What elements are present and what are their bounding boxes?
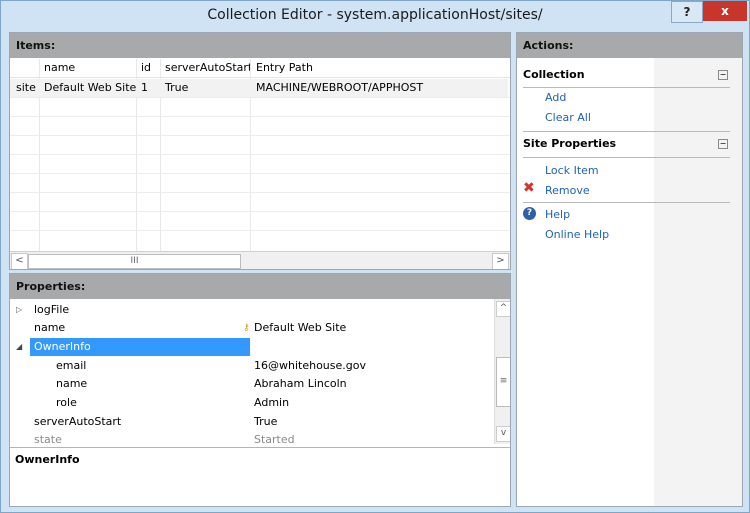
grid-line (10, 97, 510, 98)
scroll-left-button[interactable]: < (11, 253, 28, 269)
property-row-name[interactable]: name ⚷ Default Web Site (10, 319, 494, 337)
remove-link[interactable]: Remove (545, 184, 590, 197)
properties-panel: Properties: ▷ logFile name ⚷ Default Web… (9, 273, 511, 507)
scroll-up-button[interactable]: ^ (496, 301, 510, 317)
collapse-icon[interactable]: ◢ (16, 338, 22, 356)
site-properties-section-title[interactable]: Site Properties − (517, 133, 742, 155)
property-row-role[interactable]: role Admin (10, 394, 494, 412)
collection-section-title[interactable]: Collection − (517, 64, 742, 86)
clear-all-link[interactable]: Clear All (545, 111, 591, 124)
grid-line (10, 116, 510, 117)
separator (523, 131, 730, 132)
property-name: logFile (34, 303, 70, 316)
remove-icon: ✖ (523, 180, 535, 196)
property-row-logfile[interactable]: ▷ logFile (10, 301, 494, 319)
property-row-name[interactable]: name Abraham Lincoln (10, 375, 494, 393)
help-button[interactable]: ? (671, 1, 703, 23)
grid-line (10, 211, 510, 212)
scroll-down-button[interactable]: v (496, 426, 510, 442)
row-type-cell: site (16, 81, 36, 94)
title-bar: Collection Editor - system.applicationHo… (1, 1, 749, 31)
close-button[interactable]: x (703, 1, 747, 21)
scroll-thumb[interactable]: III (28, 254, 241, 269)
lock-item-link[interactable]: Lock Item (545, 164, 599, 177)
property-row-email[interactable]: email 16@whitehouse.gov (10, 357, 494, 375)
items-panel: Items: name id serverAutoStart Entry Pat… (9, 32, 511, 270)
property-name: serverAutoStart (34, 415, 122, 428)
expand-icon[interactable]: ▷ (16, 301, 22, 319)
grid-line (10, 173, 510, 174)
row-name-cell: Default Web Site (44, 81, 136, 94)
scroll-right-button[interactable]: > (492, 253, 509, 269)
separator (523, 87, 730, 88)
grid-line (10, 230, 510, 231)
help-icon: ? (523, 207, 536, 220)
property-value: True (254, 415, 278, 428)
properties-vertical-scrollbar[interactable]: ^ ≡ v (494, 299, 510, 444)
column-header-name[interactable]: name (44, 59, 134, 77)
property-name: name (56, 377, 88, 390)
key-icon: ⚷ (243, 323, 250, 333)
add-link[interactable]: Add (545, 91, 566, 104)
collapse-icon[interactable]: − (718, 70, 728, 80)
column-header-id[interactable]: id (141, 59, 161, 77)
help-link[interactable]: Help (545, 208, 570, 221)
collection-editor-window: Collection Editor - system.applicationHo… (0, 0, 750, 513)
section-label: Collection (523, 68, 585, 81)
table-row[interactable]: site Default Web Site 1 True MACHINE/WEB… (10, 79, 508, 97)
properties-header: Properties: (10, 274, 510, 299)
property-value: Abraham Lincoln (254, 377, 347, 390)
separator (523, 202, 730, 203)
property-row-serverautostart[interactable]: serverAutoStart True (10, 413, 494, 431)
online-help-link[interactable]: Online Help (545, 228, 609, 241)
actions-panel: Actions: Collection − Add Clear All Site… (516, 32, 743, 507)
section-label: Site Properties (523, 137, 617, 150)
row-entry-path-cell: MACHINE/WEBROOT/APPHOST (256, 81, 424, 94)
items-header: Items: (10, 33, 510, 58)
property-name: name (34, 321, 66, 334)
separator (523, 157, 730, 158)
property-name: email (56, 359, 87, 372)
actions-header: Actions: (517, 33, 742, 58)
grid-line (10, 192, 510, 193)
column-header-entry-path[interactable]: Entry Path (256, 59, 456, 77)
window-title: Collection Editor - system.applicationHo… (207, 7, 543, 23)
grid-line (10, 135, 510, 136)
property-name-selected: OwnerInfo (30, 338, 250, 356)
property-name: role (56, 396, 77, 409)
property-row-ownerinfo[interactable]: ◢ OwnerInfo (10, 338, 494, 356)
collapse-icon[interactable]: − (718, 139, 728, 149)
actions-background-stripe (654, 58, 742, 506)
description-title: OwnerInfo (15, 453, 80, 466)
row-serverautostart-cell: True (165, 81, 189, 94)
property-value: 16@whitehouse.gov (254, 359, 366, 372)
row-id-cell: 1 (141, 81, 148, 94)
description-pane: OwnerInfo (10, 447, 510, 504)
grid-line (10, 154, 510, 155)
property-value: Admin (254, 396, 290, 409)
items-column-headers: name id serverAutoStart Entry Path (10, 59, 510, 78)
scroll-thumb[interactable]: ≡ (496, 357, 510, 407)
column-header-serverautostart[interactable]: serverAutoStart (165, 59, 250, 77)
items-horizontal-scrollbar[interactable]: < III > (10, 251, 510, 269)
property-value: Default Web Site (254, 321, 347, 334)
